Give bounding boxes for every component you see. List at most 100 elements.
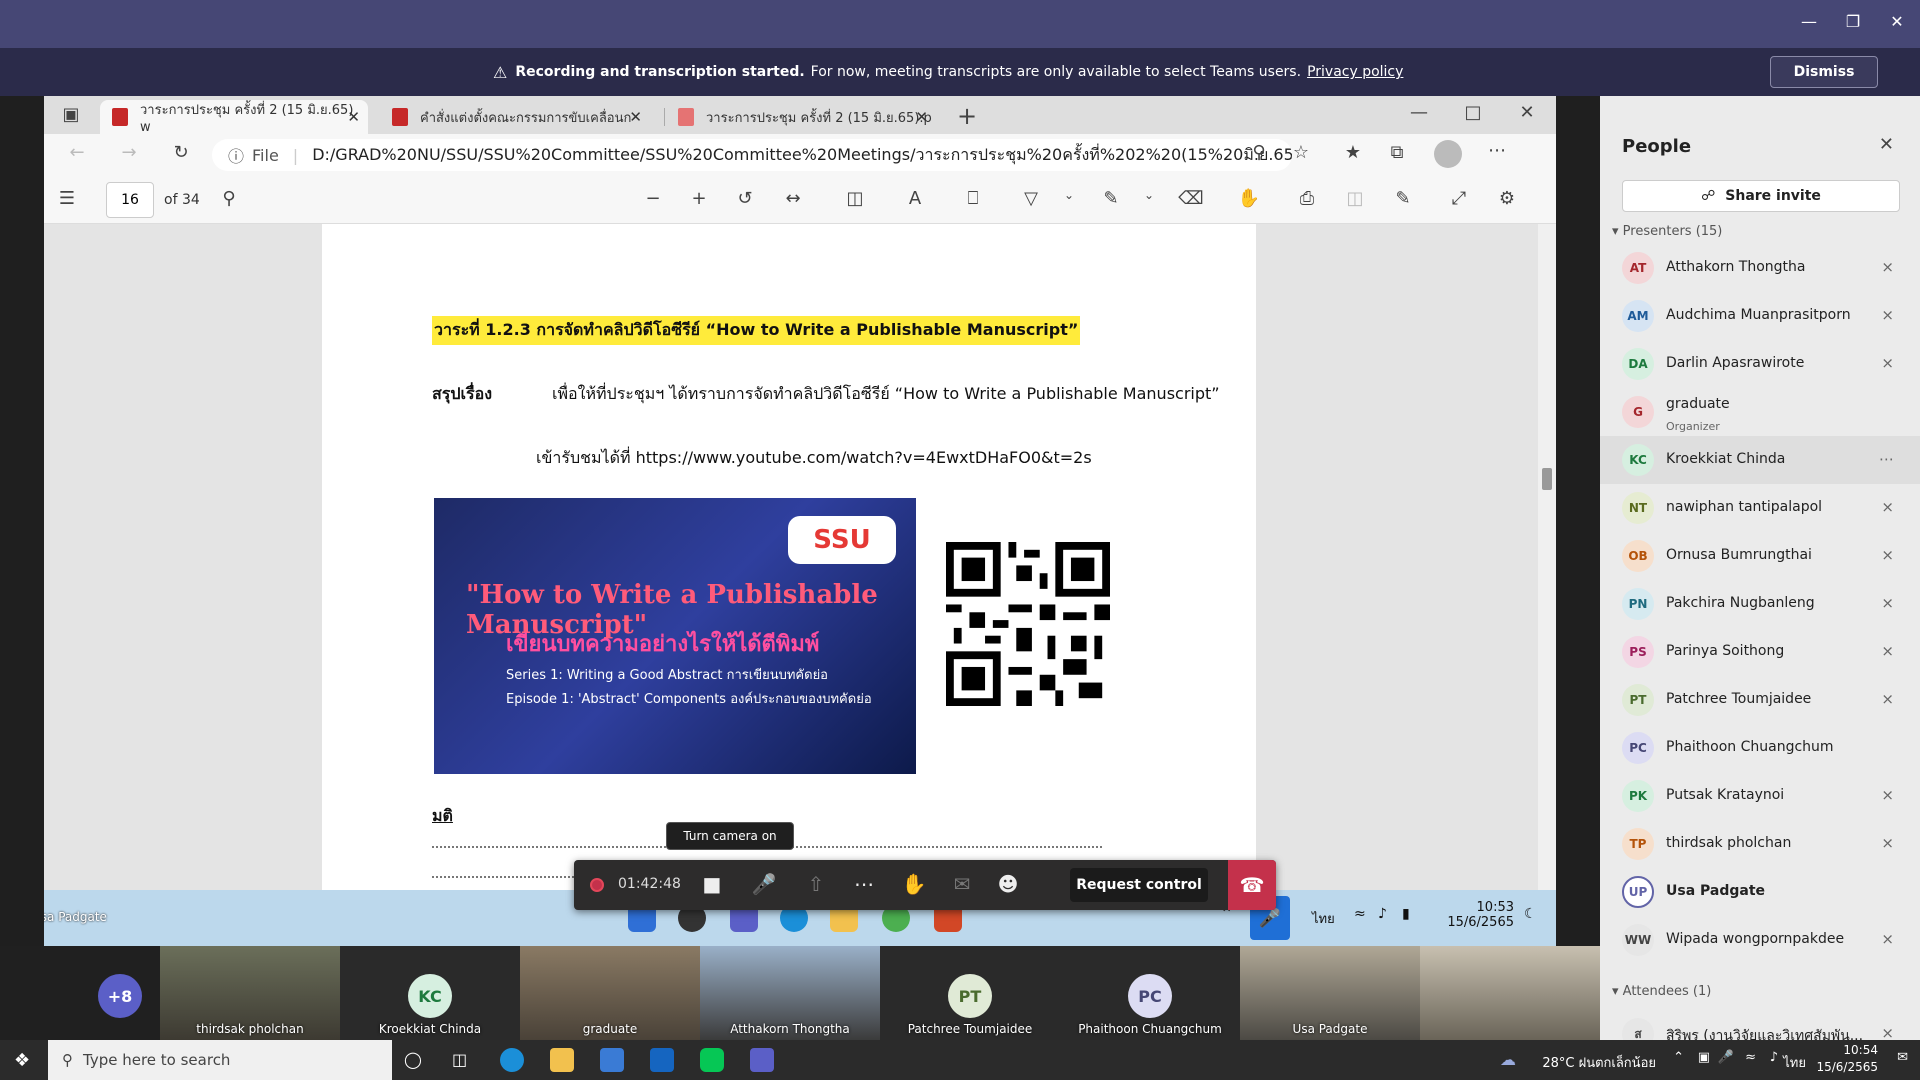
overflow-tile[interactable]: +8: [90, 946, 150, 1040]
fit-width-icon[interactable]: ↔: [780, 188, 806, 209]
taskbar-clock[interactable]: 10:54 15/6/2565: [1816, 1042, 1878, 1076]
new-tab-icon[interactable]: +: [954, 102, 980, 130]
profile-avatar[interactable]: [1434, 140, 1462, 168]
video-tile[interactable]: Atthakorn Thongtha: [700, 946, 880, 1040]
people-icon[interactable]: ☻: [994, 872, 1022, 896]
text-box-icon[interactable]: ⎕: [960, 188, 986, 209]
file-explorer-icon[interactable]: [550, 1048, 574, 1072]
close-tab-icon[interactable]: ✕: [629, 108, 642, 126]
presenter-row[interactable]: TP thirdsak pholchan ⨯: [1600, 820, 1920, 868]
favorites-icon[interactable]: ★: [1340, 142, 1366, 163]
presenter-row[interactable]: NT nawiphan tantipalapol ⨯: [1600, 484, 1920, 532]
zoom-out-icon[interactable]: −: [640, 188, 666, 209]
collections-icon[interactable]: ⧉: [1384, 142, 1410, 163]
focus-assist-icon[interactable]: ☾: [1524, 906, 1537, 922]
save-as-icon[interactable]: ✎: [1390, 188, 1416, 209]
more-actions-icon[interactable]: ⋯: [850, 872, 878, 896]
close-icon[interactable]: ✕: [1879, 134, 1894, 155]
volume-icon[interactable]: ♪: [1770, 1050, 1778, 1065]
page-number-input[interactable]: 16: [106, 182, 154, 218]
presenter-row[interactable]: PS Parinya Soithong ⨯: [1600, 628, 1920, 676]
save-icon[interactable]: ◫: [1342, 188, 1368, 209]
more-icon[interactable]: ⋯: [1484, 140, 1510, 161]
attendees-header[interactable]: ▾ Attendees (1): [1612, 984, 1711, 999]
store-icon[interactable]: [600, 1048, 624, 1072]
add-favorite-icon[interactable]: ☆: [1288, 142, 1314, 163]
network-icon[interactable]: ≈: [1745, 1050, 1756, 1065]
presenter-row[interactable]: AM Audchima Muanprasitporn ⨯: [1600, 292, 1920, 340]
maximize-icon[interactable]: □: [1460, 102, 1486, 123]
vertical-scrollbar[interactable]: [1538, 224, 1556, 890]
chat-icon[interactable]: ✉: [948, 872, 976, 896]
close-icon[interactable]: ✕: [1882, 12, 1912, 31]
edge-icon[interactable]: [500, 1048, 524, 1072]
taskbar-search[interactable]: ⚲ Type here to search: [48, 1040, 392, 1080]
tab-1[interactable]: วาระการประชุม ครั้งที่ 2 (15 มิ.ย.65) w …: [100, 100, 368, 135]
zoom-icon[interactable]: ⚲: [1246, 142, 1272, 163]
camera-icon[interactable]: ■: [698, 872, 726, 896]
share-invite-button[interactable]: ☍ Share invite: [1622, 180, 1900, 212]
address-bar[interactable]: ⓘ File | D:/GRAD%20NU/SSU/SSU%20Committe…: [212, 139, 1292, 171]
presenter-row[interactable]: WW Wipada wongpornpakdee ⨯: [1600, 916, 1920, 964]
presenter-row[interactable]: OB Ornusa Bumrungthai ⨯: [1600, 532, 1920, 580]
presenter-row[interactable]: KC Kroekkiat Chinda ⋯: [1600, 436, 1920, 484]
presenter-row[interactable]: PN Pakchira Nugbanleng ⨯: [1600, 580, 1920, 628]
line-icon[interactable]: [700, 1048, 724, 1072]
volume-icon[interactable]: ♪: [1378, 906, 1387, 922]
draw-icon[interactable]: ✎: [1098, 188, 1124, 209]
request-control-button[interactable]: Request control: [1070, 868, 1208, 902]
print-icon[interactable]: ⎙: [1294, 188, 1320, 209]
video-tile[interactable]: PT Patchree Toumjaidee: [880, 946, 1060, 1040]
pdf-viewer[interactable]: วาระที่ 1.2.3 การจัดทำคลิปวิดีโอซีรีย์ “…: [44, 224, 1538, 890]
wifi-icon[interactable]: ≈: [1354, 906, 1366, 922]
chevron-down-icon[interactable]: ⌄: [1136, 188, 1162, 202]
language-indicator[interactable]: ไทย: [1783, 1052, 1806, 1073]
close-tab-icon[interactable]: ✕: [915, 108, 928, 126]
video-tile[interactable]: [1420, 946, 1600, 1040]
presenter-row[interactable]: UP Usa Padgate: [1600, 868, 1920, 916]
forward-icon[interactable]: →: [116, 142, 142, 163]
windows-start-icon[interactable]: ❖: [14, 1050, 30, 1071]
zoom-in-icon[interactable]: +: [686, 188, 712, 209]
presenter-row[interactable]: DA Darlin Apasrawirote ⨯: [1600, 340, 1920, 388]
cortana-icon[interactable]: ◯: [404, 1050, 422, 1069]
video-tile[interactable]: Usa Padgate: [1240, 946, 1420, 1040]
rotate-icon[interactable]: ↺: [732, 188, 758, 209]
mic-icon[interactable]: 🎤: [1718, 1050, 1734, 1065]
meet-now-icon[interactable]: ▣: [1698, 1050, 1710, 1065]
highlight-icon[interactable]: ▽: [1018, 188, 1044, 209]
teams-icon[interactable]: [750, 1048, 774, 1072]
page-view-icon[interactable]: ◫: [842, 188, 868, 209]
mail-icon[interactable]: [650, 1048, 674, 1072]
settings-icon[interactable]: ⚙: [1494, 188, 1520, 209]
restore-icon[interactable]: ❐: [1838, 12, 1868, 31]
search-icon[interactable]: ⚲: [216, 188, 242, 209]
mic-muted-icon[interactable]: 🎤: [750, 872, 778, 896]
battery-icon[interactable]: ▮: [1402, 906, 1410, 922]
raise-hand-icon[interactable]: ✋: [900, 872, 928, 896]
video-tile[interactable]: thirdsak pholchan: [160, 946, 340, 1040]
presenter-row[interactable]: PT Patchree Toumjaidee ⨯: [1600, 676, 1920, 724]
hang-up-button[interactable]: ☎: [1228, 860, 1276, 910]
privacy-policy-link[interactable]: Privacy policy: [1307, 64, 1403, 80]
chevron-up-icon[interactable]: ⌃: [1673, 1050, 1684, 1065]
task-view-icon[interactable]: ◫: [452, 1050, 467, 1069]
tab-2[interactable]: คำสั่งแต่งตั้งคณะกรรมการขับเคลื่อนก ✕: [380, 100, 650, 134]
back-icon[interactable]: ←: [64, 142, 90, 163]
presenter-row[interactable]: Ggraduate Organizer: [1600, 388, 1920, 436]
video-tile[interactable]: PC Phaithoon Chuangchum: [1060, 946, 1240, 1040]
contents-icon[interactable]: ☰: [54, 188, 80, 209]
fullscreen-icon[interactable]: ⤢: [1446, 188, 1472, 209]
tab-actions-icon[interactable]: ▣: [58, 104, 84, 125]
minimize-icon[interactable]: —: [1794, 12, 1824, 31]
close-icon[interactable]: ✕: [1514, 102, 1540, 123]
weather-text[interactable]: 28°C ฝนตกเล็กน้อย: [1542, 1052, 1656, 1073]
eraser-icon[interactable]: ⌫: [1178, 188, 1204, 209]
chevron-down-icon[interactable]: ⌄: [1056, 188, 1082, 202]
presenter-row[interactable]: PC Phaithoon Chuangchum: [1600, 724, 1920, 772]
close-tab-icon[interactable]: ✕: [347, 108, 360, 126]
share-icon[interactable]: ⇧: [802, 872, 830, 896]
presenters-header[interactable]: ▾ Presenters (15): [1612, 224, 1722, 239]
more-options-icon[interactable]: ⋯: [1879, 450, 1894, 468]
scroll-thumb[interactable]: [1542, 468, 1552, 490]
